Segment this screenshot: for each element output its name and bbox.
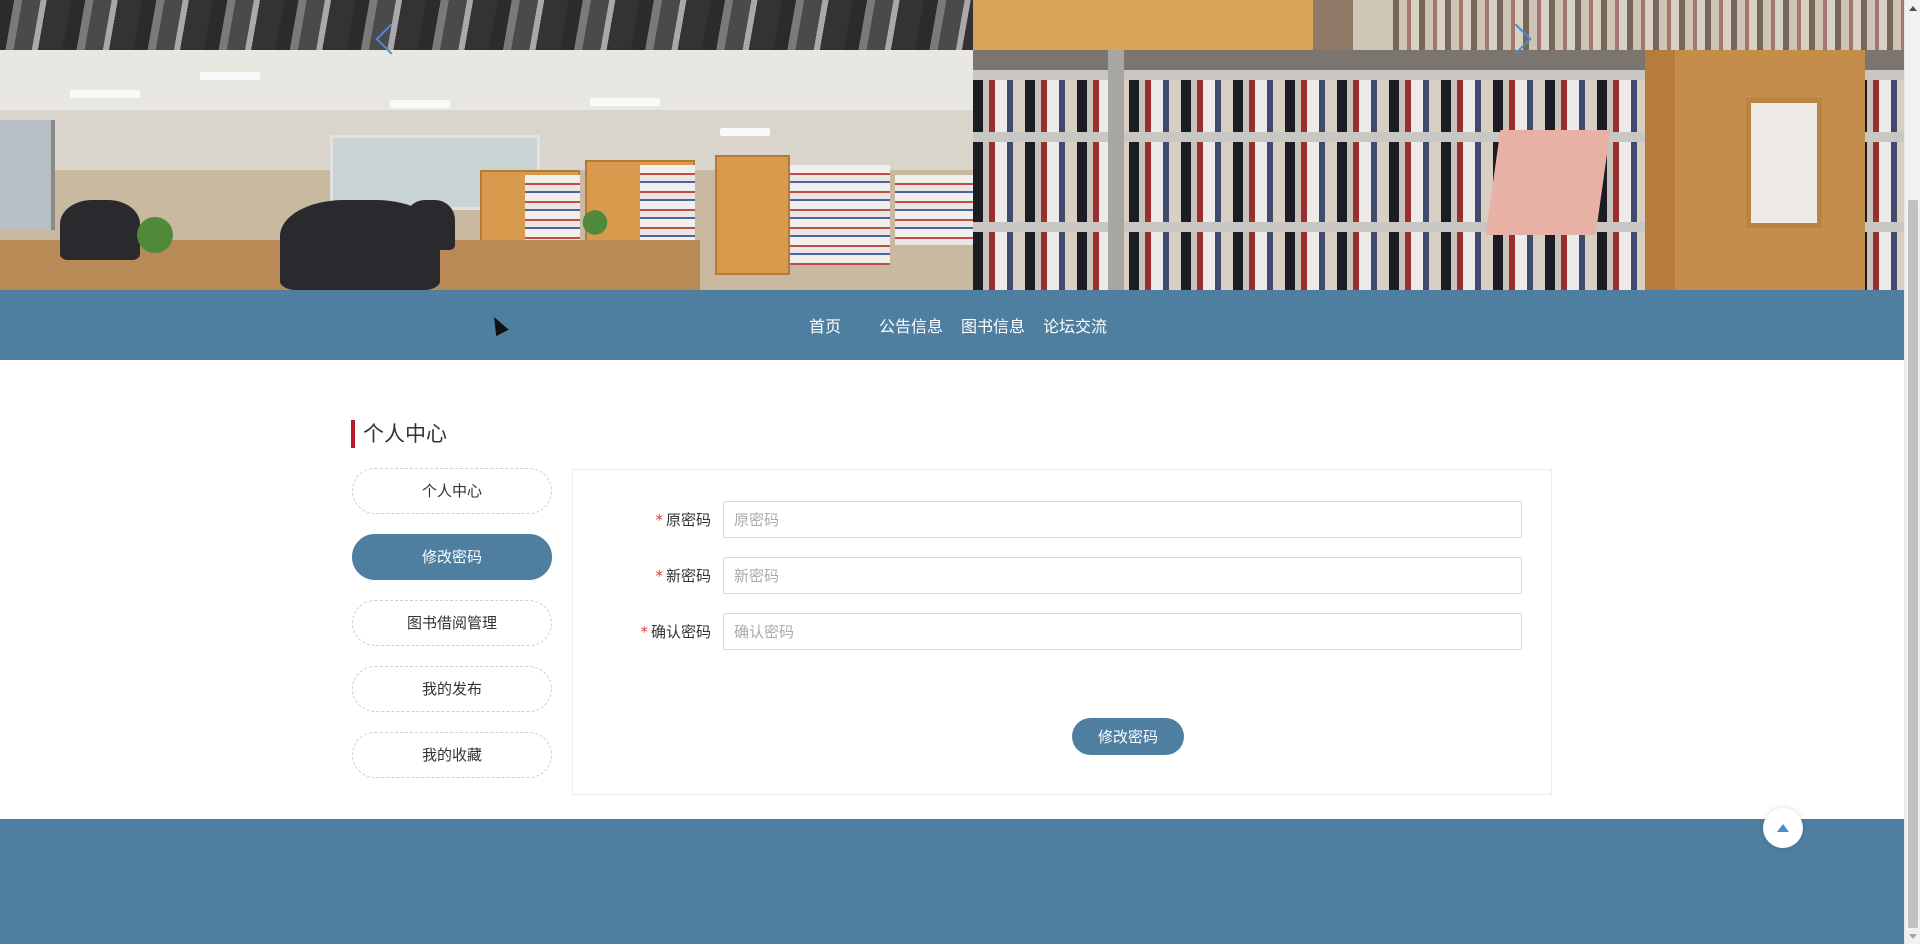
bookshelf-photo-strip xyxy=(0,0,973,50)
required-mark: * xyxy=(640,623,648,641)
potted-plant xyxy=(575,205,615,240)
back-to-top-button[interactable] xyxy=(1763,808,1803,848)
bookshelf xyxy=(715,155,790,275)
arrow-down-icon xyxy=(1909,933,1917,939)
nav-item-forum[interactable]: 论坛交流 xyxy=(1034,313,1116,337)
arrow-up-icon xyxy=(1909,5,1917,11)
confirm-password-input[interactable] xyxy=(723,613,1522,650)
scroll-down-button[interactable] xyxy=(1905,928,1920,944)
old-password-input[interactable] xyxy=(723,501,1522,538)
new-password-input[interactable] xyxy=(723,557,1522,594)
sidebar-item-profile[interactable]: 个人中心 xyxy=(352,468,552,514)
reader xyxy=(405,200,455,250)
change-password-submit-button[interactable]: 修改密码 xyxy=(1072,718,1184,755)
nav-item-home[interactable]: 首页 xyxy=(800,313,850,337)
ceiling-light xyxy=(590,98,660,106)
carousel-previous-slide-strip xyxy=(0,0,1904,50)
banner-carousel xyxy=(0,0,1904,290)
main-nav-bar: 首页 公告信息 图书信息 论坛交流 xyxy=(0,290,1904,360)
sidebar-item-change-password[interactable]: 修改密码 xyxy=(352,534,552,580)
sidebar-menu: 个人中心 修改密码 图书借阅管理 我的发布 我的收藏 xyxy=(352,468,552,798)
ceiling-light xyxy=(390,100,450,108)
old-password-label-text: 原密码 xyxy=(665,511,711,529)
page-title: 个人中心 xyxy=(351,420,447,448)
books xyxy=(895,175,973,245)
confirm-password-label: * 确认密码 xyxy=(573,613,711,651)
form-row-old-password: * 原密码 xyxy=(573,501,1551,539)
new-password-label-text: 新密码 xyxy=(665,567,711,585)
page-scrollbar[interactable] xyxy=(1904,0,1920,944)
nav-menu: 首页 公告信息 图书信息 论坛交流 xyxy=(800,290,1116,360)
ceiling-light xyxy=(200,72,260,80)
confirm-password-label-text: 确认密码 xyxy=(650,623,711,641)
nav-item-announcements[interactable]: 公告信息 xyxy=(870,313,952,337)
new-password-label: * 新密码 xyxy=(573,557,711,595)
old-password-label: * 原密码 xyxy=(573,501,711,539)
sidebar-item-my-posts[interactable]: 我的发布 xyxy=(352,666,552,712)
potted-plant xyxy=(125,210,185,260)
library-reading-room-photo xyxy=(0,50,973,290)
footer xyxy=(0,819,1904,944)
books xyxy=(790,165,890,265)
change-password-form: * 原密码 * 新密码 * 确认密码 修改密码 xyxy=(572,469,1552,795)
form-row-new-password: * 新密码 xyxy=(573,557,1551,595)
bookshelf-closeup-photo xyxy=(973,50,1904,290)
shelf-post xyxy=(1108,50,1124,290)
sidebar-item-my-favorites[interactable]: 我的收藏 xyxy=(352,732,552,778)
bookshelf-photo-strip-right xyxy=(973,0,1904,50)
nav-item-books[interactable]: 图书信息 xyxy=(952,313,1034,337)
scroll-up-button[interactable] xyxy=(1905,0,1920,16)
ceiling-light xyxy=(70,90,140,98)
leaning-books xyxy=(1485,130,1611,235)
required-mark: * xyxy=(655,567,663,585)
caret-up-icon xyxy=(1777,824,1789,832)
ceiling-light xyxy=(720,128,770,136)
scrollbar-thumb[interactable] xyxy=(1908,200,1918,928)
sidebar-item-borrow-management[interactable]: 图书借阅管理 xyxy=(352,600,552,646)
form-row-confirm-password: * 确认密码 xyxy=(573,613,1551,651)
required-mark: * xyxy=(655,511,663,529)
sign-frame xyxy=(1746,98,1822,228)
window xyxy=(0,120,55,230)
